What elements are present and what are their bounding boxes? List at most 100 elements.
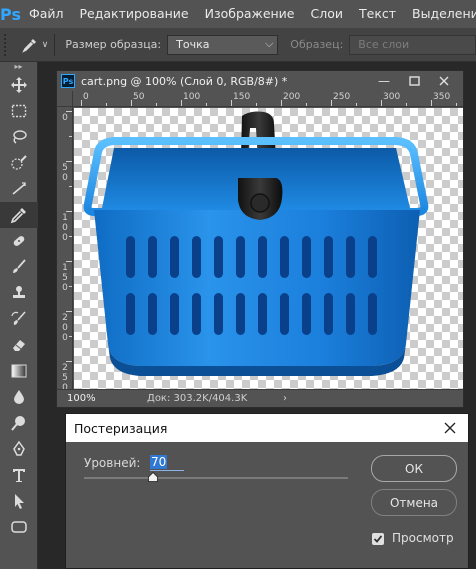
- tool-eraser[interactable]: [0, 332, 38, 358]
- tool-stamp[interactable]: [0, 280, 38, 306]
- brush-icon: [13, 259, 26, 273]
- menu-file[interactable]: Файл: [21, 0, 72, 28]
- horizontal-ruler[interactable]: 0 50 100 150 200 250 300 350: [73, 91, 463, 107]
- lasso-icon: [13, 130, 27, 144]
- close-icon[interactable]: [442, 420, 458, 436]
- tool-marquee[interactable]: [0, 98, 38, 124]
- chevron-down-icon: ⌵: [264, 36, 274, 50]
- sample-size-select[interactable]: Точка ⌵: [167, 34, 279, 55]
- sample-layers-select[interactable]: Все слои: [349, 34, 476, 55]
- tool-blur[interactable]: [0, 384, 38, 410]
- stamp-icon: [13, 286, 25, 298]
- ruler-label: 150: [233, 92, 251, 102]
- tool-shape[interactable]: [0, 514, 38, 540]
- tool-healing[interactable]: [0, 228, 38, 254]
- zoom-level-field[interactable]: 100%: [67, 393, 103, 404]
- blur-icon: [14, 390, 24, 404]
- ruler-label: 100: [183, 92, 201, 102]
- photoshop-window: Ps Файл Редактирование Изображение Слои …: [0, 0, 476, 569]
- ruler-label: 0: [83, 92, 89, 102]
- menu-image[interactable]: Изображение: [197, 0, 303, 28]
- image-canvas[interactable]: [74, 108, 463, 389]
- ruler-label: 200: [62, 313, 68, 343]
- move-icon: [11, 77, 27, 93]
- ruler-ticks: [81, 100, 457, 106]
- ruler-label: 50: [62, 163, 68, 183]
- cancel-button[interactable]: Отмена: [371, 489, 457, 516]
- toolbar: ▸▸: [0, 62, 38, 569]
- menu-select[interactable]: Выделение: [404, 0, 476, 28]
- photoshop-file-icon: Ps: [61, 74, 75, 88]
- menu-layers[interactable]: Слои: [303, 0, 352, 28]
- minimize-icon: —: [378, 74, 390, 88]
- gradient-icon: [11, 364, 27, 378]
- levels-input[interactable]: 70: [150, 455, 184, 471]
- menu-edit[interactable]: Редактирование: [72, 0, 197, 28]
- tool-lasso[interactable]: [0, 124, 38, 150]
- ruler-label: 250: [62, 363, 68, 389]
- ruler-label: 150: [62, 263, 68, 293]
- app-logo: Ps: [0, 4, 21, 24]
- type-icon: [13, 469, 25, 482]
- close-button[interactable]: [429, 71, 459, 91]
- dialog-titlebar[interactable]: Постеризация: [66, 414, 468, 442]
- shape-icon: [11, 521, 27, 533]
- ruler-label: 200: [283, 92, 301, 102]
- window-controls: —: [369, 71, 459, 91]
- document-size[interactable]: Док: 303.2K/404.3K: [147, 393, 277, 404]
- options-grip[interactable]: [4, 33, 14, 56]
- vertical-ruler[interactable]: 0 50 100 150 200 250: [57, 107, 73, 389]
- checkmark-icon: [373, 535, 383, 543]
- marquee-icon: [11, 104, 27, 118]
- tool-type[interactable]: [0, 462, 38, 488]
- tool-gradient[interactable]: [0, 358, 38, 384]
- ruler-origin[interactable]: [57, 91, 73, 107]
- preview-label: Просмотр: [392, 531, 454, 545]
- tool-pen[interactable]: [0, 436, 38, 462]
- menu-bar: Ps Файл Редактирование Изображение Слои …: [0, 0, 476, 28]
- ruler-label: 100: [62, 213, 68, 243]
- tool-path-select[interactable]: [0, 488, 38, 514]
- pen-icon: [13, 440, 25, 456]
- document-tab[interactable]: Ps cart.png @ 100% (Слой 0, RGB/8#) * —: [57, 71, 463, 91]
- collapse-toolbar-icon[interactable]: ▸▸: [0, 62, 37, 72]
- close-icon: [439, 76, 449, 86]
- sample-size-label: Размер образца:: [65, 38, 162, 51]
- tool-dodge[interactable]: [0, 410, 38, 436]
- crop-icon: [12, 182, 26, 195]
- ruler-label: 300: [383, 92, 401, 102]
- divider: [54, 33, 56, 56]
- sample-size-value: Точка: [176, 38, 210, 51]
- healing-icon: [13, 236, 25, 246]
- tool-move[interactable]: [0, 72, 38, 98]
- ok-button[interactable]: ОК: [371, 455, 457, 482]
- minimize-button[interactable]: —: [369, 71, 399, 91]
- options-bar: ∨ Размер образца: Точка ⌵ Образец: Все с…: [0, 28, 476, 62]
- levels-label: Уровней:: [84, 456, 141, 470]
- path-select-icon: [15, 494, 24, 509]
- levels-slider-track[interactable]: [84, 477, 348, 479]
- maximize-button[interactable]: [399, 71, 429, 91]
- tool-preset-picker[interactable]: ∨: [21, 37, 48, 53]
- tool-brush[interactable]: [0, 254, 38, 280]
- history-brush-icon: [11, 311, 26, 325]
- preview-checkbox[interactable]: [372, 533, 384, 545]
- posterize-dialog: Постеризация Уровней: 70 ОК Отмена Просм…: [65, 413, 469, 569]
- tool-quick-select[interactable]: [0, 150, 38, 176]
- document-status-bar: 100% Док: 303.2K/404.3K ›: [57, 389, 463, 407]
- levels-value: 70: [150, 455, 168, 469]
- maximize-icon: [408, 76, 420, 86]
- sample-layers-value: Все слои: [358, 38, 410, 51]
- shopping-basket-image: [83, 111, 429, 376]
- eyedropper-icon: [21, 38, 36, 53]
- tool-history-brush[interactable]: [0, 306, 38, 332]
- levels-slider-thumb[interactable]: [147, 472, 158, 482]
- eraser-icon: [13, 340, 25, 351]
- tool-eyedropper[interactable]: [0, 202, 38, 228]
- status-menu-arrow[interactable]: ›: [283, 393, 287, 404]
- tool-crop[interactable]: [0, 176, 38, 202]
- menu-type[interactable]: Текст: [351, 0, 404, 28]
- quick-select-icon: [11, 155, 27, 170]
- document-window: Ps cart.png @ 100% (Слой 0, RGB/8#) * —: [56, 70, 464, 408]
- dodge-icon: [11, 416, 25, 431]
